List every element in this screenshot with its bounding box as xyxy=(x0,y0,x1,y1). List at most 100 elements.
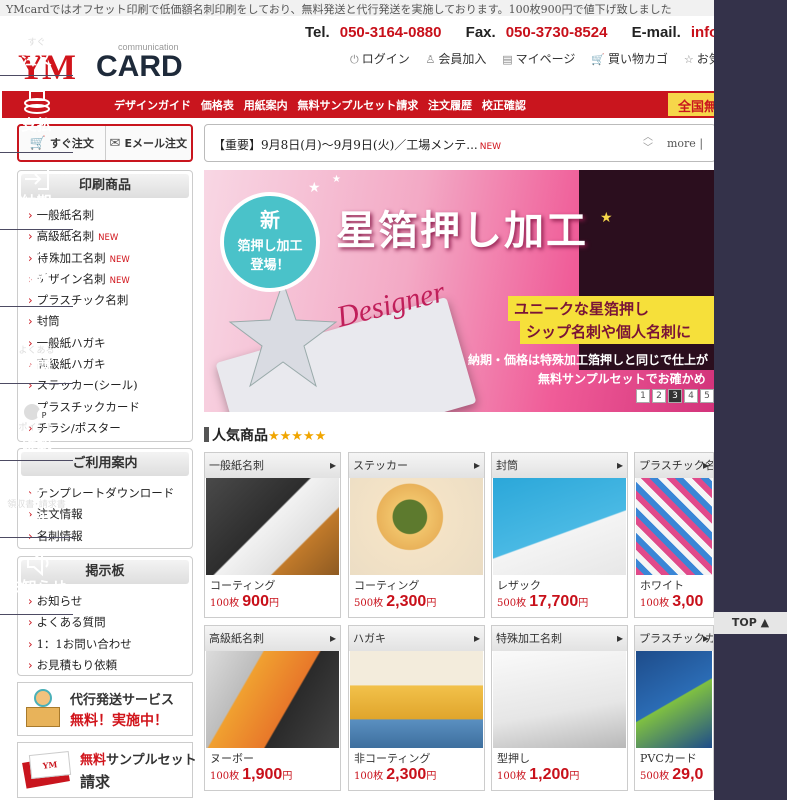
side-label: 注文 xyxy=(21,50,52,68)
price-qty: 500枚 xyxy=(354,598,384,609)
product-name[interactable]: ハガキ xyxy=(349,626,484,651)
nav-paper-guide[interactable]: 用紙案内 xyxy=(244,99,288,112)
free-sample-banner[interactable]: YM 無料サンプルセット 請求 xyxy=(17,742,197,798)
product-name[interactable]: 封筒 xyxy=(492,453,627,478)
account-links: ⏻ログイン ♙会員加入 ▤マイページ 🛒買い物カゴ ☆お気に xyxy=(350,50,745,67)
new-badge: NEW xyxy=(479,142,502,152)
cart-icon: 🛒 xyxy=(591,53,605,66)
megaphone-icon xyxy=(0,539,73,577)
product-image[interactable] xyxy=(493,478,626,575)
pager-3[interactable]: 3 xyxy=(668,389,682,403)
login-link[interactable]: ⏻ ログイン xyxy=(350,52,410,66)
email-order-button[interactable]: ✉ Eメール注文 xyxy=(104,126,192,160)
nav-free-sample[interactable]: 無料サンプルセット請求 xyxy=(298,99,419,112)
pager-4[interactable]: 4 xyxy=(684,389,698,403)
power-icon: ⏻ xyxy=(350,53,359,66)
nav-order-history[interactable]: 注文履歴 xyxy=(428,99,472,112)
product-name[interactable]: プラスチックカー xyxy=(635,626,713,651)
product-image[interactable] xyxy=(206,478,339,575)
more-label: more xyxy=(667,137,696,150)
nav-price-list[interactable]: 価格表 xyxy=(201,99,234,112)
price-value: 1,900 xyxy=(242,766,283,783)
back-to-top-button[interactable]: TOP ▲ xyxy=(714,612,787,634)
hero-banner[interactable]: ★ ★ ★ 新 箔押し加工 登場！ 星箔押し加工 Designer ユニークな星… xyxy=(204,170,716,412)
product-image[interactable] xyxy=(350,651,483,748)
product-price: 500枚 2,300円 xyxy=(349,593,484,611)
free-shipping-badge: 全国無 xyxy=(668,93,718,116)
sample-set-label: サンプルセット xyxy=(106,753,197,768)
pager-2[interactable]: 2 xyxy=(652,389,666,403)
email-order-label: Eメール注文 xyxy=(124,137,187,150)
delivery-person-icon xyxy=(24,689,64,729)
product-image[interactable] xyxy=(636,478,712,575)
product-name[interactable]: 高級紙名刺 xyxy=(205,626,340,651)
product-image[interactable] xyxy=(493,651,626,748)
badge-new: 新 xyxy=(260,208,280,232)
menu-label: 1：1お問い合わせ xyxy=(36,636,132,651)
product-card[interactable]: プラスチック名 ホワイト 100枚 3,00 xyxy=(634,452,714,618)
product-name[interactable]: プラスチック名 xyxy=(635,453,713,478)
notice-side-button[interactable]: お知らせ xyxy=(0,539,73,615)
price-qty: 100枚 xyxy=(210,771,240,782)
product-card[interactable]: 高級紙名刺 ヌーボー 100枚 1,900円 xyxy=(204,625,341,791)
signup-link[interactable]: ♙ 会員加入 xyxy=(426,52,487,66)
faq-side-button[interactable]: ? よくある 質問 xyxy=(0,308,73,384)
price-unit: 円 xyxy=(569,771,580,782)
product-image[interactable] xyxy=(350,478,483,575)
banner-line-1: 無料サンプルセット xyxy=(80,749,197,768)
coins-icon: P xyxy=(0,385,73,423)
pager-5[interactable]: 5 xyxy=(700,389,714,403)
popular-products-heading: 人気商品★★★★★ xyxy=(204,425,326,445)
product-card[interactable]: プラスチックカー PVCカード 500枚 29,0 xyxy=(634,625,714,791)
popular-title: 人気商品 xyxy=(212,428,268,444)
payment-side-button[interactable]: 支払 xyxy=(0,77,73,153)
nav-proof-check[interactable]: 校正確認 xyxy=(482,99,526,112)
product-card[interactable]: 封筒 レザック 500枚 17,700円 xyxy=(491,452,628,618)
fax-number: 050-3730-8524 xyxy=(505,24,608,41)
delivery-date-side-button[interactable]: 納期 xyxy=(0,154,73,230)
points-side-button[interactable]: P ポイント 確認 xyxy=(0,385,73,461)
banner-line-2: 請求 xyxy=(80,773,111,791)
product-card[interactable]: 一般紙名刺 コーティング 100枚 900円 xyxy=(204,452,341,618)
cart-link[interactable]: 🛒 買い物カゴ xyxy=(591,52,668,66)
hero-star-foil xyxy=(228,280,338,388)
star-icon: ★ xyxy=(308,180,321,196)
menu-item-faq[interactable]: よくある質問 xyxy=(28,612,186,633)
price-value: 1,200 xyxy=(529,766,570,783)
news-more-link[interactable]: more | xyxy=(667,137,703,150)
new-badge: NEW xyxy=(109,254,130,265)
menu-item-estimate[interactable]: お見積もり依頼 xyxy=(28,655,186,676)
chevron-down-icon[interactable]: ﹀ xyxy=(643,143,653,154)
price-qty: 100枚 xyxy=(210,598,240,609)
product-card[interactable]: 特殊加工名刺 型押し 100枚 1,200円 xyxy=(491,625,628,791)
product-card[interactable]: ハガキ 非コーティング 100枚 2,300円 xyxy=(348,625,485,791)
shipping-side-button[interactable]: 配送 xyxy=(0,231,73,307)
product-price: 100枚 900円 xyxy=(205,593,340,611)
news-item[interactable]: 【重要】9月8日(月)〜9月9日(火)／工場メンテ... NEW xyxy=(213,136,501,153)
news-ticker: 【重要】9月8日(月)〜9月9日(火)／工場メンテ... NEW ︿ ﹀ more … xyxy=(204,124,716,162)
product-image[interactable] xyxy=(206,651,339,748)
product-option: 非コーティング xyxy=(354,752,431,765)
product-card[interactable]: ステッカー コーティング 500枚 2,300円 xyxy=(348,452,485,618)
pager-1[interactable]: 1 xyxy=(636,389,650,403)
product-name[interactable]: ステッカー xyxy=(349,453,484,478)
receipt-side-button[interactable]: 領収書･請求書 出力 xyxy=(0,462,73,538)
product-image[interactable] xyxy=(636,651,712,748)
product-option: 型押し xyxy=(497,752,530,765)
badge-foil: 箔押し加工 xyxy=(237,239,303,254)
menu-item-contact[interactable]: 1：1お問い合わせ xyxy=(28,634,186,655)
product-price: 100枚 1,900円 xyxy=(205,766,340,784)
nav-design-guide[interactable]: デザインガイド xyxy=(114,99,191,112)
proxy-shipping-banner[interactable]: 代行発送サービス 無料！実施中！ xyxy=(17,682,193,736)
tel-label: Tel. xyxy=(305,24,330,41)
product-name[interactable]: 特殊加工名刺 xyxy=(492,626,627,651)
price-unit: 円 xyxy=(426,598,437,609)
news-arrows[interactable]: ︿ ﹀ xyxy=(643,132,653,154)
side-label: 納期 xyxy=(21,193,52,211)
hero-pager: 1 2 3 4 5 xyxy=(636,389,714,403)
quick-order-side-button[interactable]: すぐ 注文 xyxy=(0,0,73,76)
chevron-up-icon[interactable]: ︿ xyxy=(643,132,653,143)
logo-card: CARD xyxy=(96,50,183,83)
mypage-link[interactable]: ▤ マイページ xyxy=(502,52,575,66)
product-name[interactable]: 一般紙名刺 xyxy=(205,453,340,478)
